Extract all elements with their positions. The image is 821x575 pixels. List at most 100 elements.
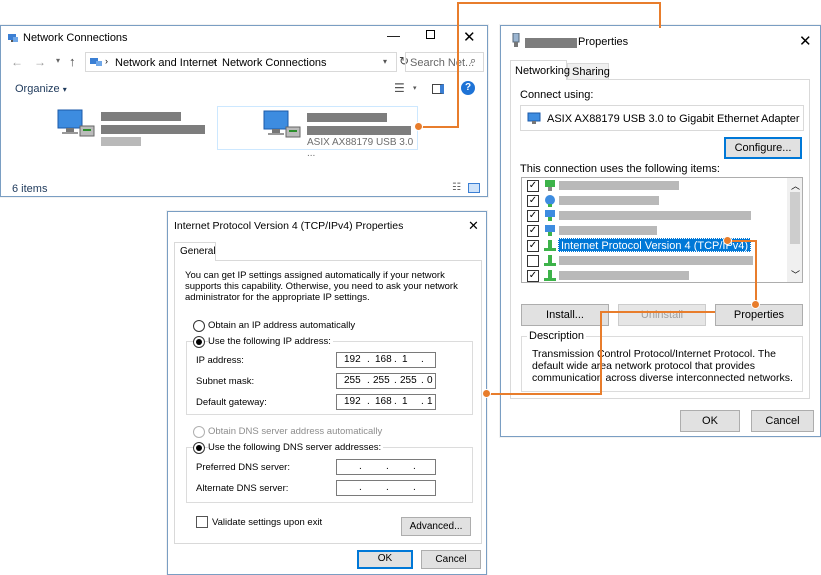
checkbox[interactable]: ✓ (527, 240, 539, 252)
tab-panel: Connect using: ASIX AX88179 USB 3.0 to G… (510, 79, 810, 399)
use-following-dns-label[interactable]: Use the following DNS server addresses: (208, 442, 384, 453)
scrollbar[interactable]: ︿ ﹀ (787, 178, 802, 282)
cancel-button[interactable]: Cancel (421, 550, 481, 569)
connect-using-label: Connect using: (520, 89, 594, 101)
view-options-icon[interactable]: ☰ (394, 81, 405, 95)
callout-line (457, 2, 459, 128)
back-arrow-icon[interactable]: ← (11, 55, 23, 69)
default-gateway-field[interactable]: 192 . 168 . 1 . 1 (336, 394, 436, 410)
network-client-icon (545, 180, 555, 191)
ip-address-field[interactable]: 192 . 168 . 1 . (336, 352, 436, 368)
tab-general[interactable]: General (174, 242, 216, 261)
breadcrumb[interactable]: › Network and Internet › Network Connect… (85, 52, 397, 72)
intro-text: You can get IP settings assigned automat… (185, 270, 458, 303)
window-title: Internet Protocol Version 4 (TCP/IPv4) P… (174, 220, 404, 232)
network-folder-icon (8, 34, 18, 42)
breadcrumb-item[interactable]: Network Connections (222, 57, 327, 69)
list-item[interactable]: ✓ (522, 223, 788, 238)
list-item[interactable]: ✓ (522, 178, 788, 193)
callout-line (457, 2, 661, 4)
obtain-ip-radio[interactable] (193, 320, 205, 332)
minimize-button[interactable]: — (387, 28, 400, 43)
callout-line (487, 393, 602, 395)
chevron-down-icon[interactable]: ▾ (413, 84, 417, 92)
install-button[interactable]: Install... (521, 304, 609, 326)
address-bar-row: ← → ▾ ↑ › Network and Internet › Network… (1, 52, 487, 74)
maximize-button[interactable] (426, 30, 435, 39)
use-following-dns-radio[interactable] (193, 442, 205, 454)
adapter-item[interactable] (56, 106, 216, 146)
adapter-name: ASIX AX88179 USB 3.0 to Gigabit Ethernet… (547, 113, 800, 125)
octet: 0 (427, 375, 433, 386)
octet: 255 (373, 375, 390, 386)
callout-line (419, 126, 459, 128)
details-view-icon[interactable]: ☷ (452, 182, 461, 193)
large-icons-view-icon[interactable] (468, 183, 480, 193)
validate-checkbox[interactable] (196, 516, 208, 528)
network-adapter-icon (527, 112, 541, 124)
octet: 1 (402, 396, 408, 407)
checkbox[interactable]: ✓ (527, 270, 539, 282)
ok-button[interactable]: OK (357, 550, 413, 569)
items-label: This connection uses the following items… (520, 163, 720, 175)
checkbox[interactable]: ✓ (527, 180, 539, 192)
octet: 255 (400, 375, 417, 386)
list-item[interactable] (522, 253, 788, 268)
chevron-down-icon[interactable]: ﹀ (791, 268, 800, 281)
advanced-button[interactable]: Advanced... (401, 517, 471, 536)
use-following-ip-radio[interactable] (193, 336, 205, 348)
items-list[interactable]: ✓ ✓ ✓ ✓ ✓ Internet Protocol Version 4 (T… (521, 177, 803, 283)
breadcrumb-item[interactable]: Network and Internet (115, 57, 217, 69)
alternate-dns-field[interactable]: ... (336, 480, 436, 496)
organize-menu[interactable]: Organize ▾ (15, 83, 67, 95)
default-gateway-label: Default gateway: (196, 397, 267, 408)
octet: 168 (375, 396, 392, 407)
obtain-dns-label: Obtain DNS server address automatically (208, 426, 383, 437)
close-button[interactable]: ✕ (799, 34, 812, 49)
tab-networking[interactable]: Networking (510, 60, 570, 80)
preview-pane-icon[interactable] (432, 84, 444, 94)
validate-label[interactable]: Validate settings upon exit (212, 517, 322, 528)
network-folder-icon (90, 58, 102, 66)
callout-line (659, 2, 661, 28)
chevron-right-icon: › (105, 56, 108, 66)
obtain-ip-label[interactable]: Obtain an IP address automatically (208, 320, 355, 331)
search-input[interactable]: Search Net... ⌕ (405, 52, 484, 72)
scrollbar-thumb[interactable] (790, 192, 800, 244)
tab-sharing[interactable]: Sharing (567, 63, 610, 80)
window-title: Network Connections (23, 32, 128, 44)
close-button[interactable]: ✕ (463, 30, 476, 45)
network-connections-window: Network Connections — ✕ ← → ▾ ↑ › Networ… (0, 25, 488, 197)
callout-line (755, 240, 757, 305)
adapter-list: ASIX AX88179 USB 3.0 ... (1, 102, 487, 178)
callout-dot (414, 122, 423, 131)
cancel-button[interactable]: Cancel (751, 410, 814, 432)
toolbar: Organize ▾ ☰ ▾ ? (1, 78, 487, 100)
recent-chevron-icon[interactable]: ▾ (56, 56, 60, 65)
network-adapter-icon (263, 110, 301, 138)
checkbox[interactable]: ✓ (527, 195, 539, 207)
adapter-name-box: ASIX AX88179 USB 3.0 to Gigabit Ethernet… (520, 105, 804, 131)
help-icon[interactable]: ? (461, 81, 475, 95)
use-following-ip-label[interactable]: Use the following IP address: (208, 336, 333, 347)
ok-button[interactable]: OK (680, 410, 740, 432)
checkbox[interactable] (527, 255, 539, 267)
up-arrow-icon[interactable]: ↑ (69, 54, 76, 69)
chevron-up-icon[interactable]: ︿ (791, 179, 800, 192)
network-service-icon (545, 225, 555, 236)
list-item[interactable]: ✓ (522, 193, 788, 208)
checkbox[interactable]: ✓ (527, 225, 539, 237)
octet: 255 (344, 375, 361, 386)
preferred-dns-field[interactable]: ... (336, 459, 436, 475)
subnet-mask-field[interactable]: 255 . 255 . 255 . 0 (336, 373, 436, 389)
forward-arrow-icon[interactable]: → (34, 55, 46, 69)
list-item[interactable]: ✓ (522, 208, 788, 223)
close-button[interactable]: ✕ (468, 218, 479, 233)
configure-button[interactable]: Configure... (724, 137, 802, 159)
adapter-item-selected[interactable]: ASIX AX88179 USB 3.0 ... (217, 106, 418, 159)
chevron-down-icon[interactable]: ▾ (383, 57, 387, 66)
octet: 192 (344, 354, 361, 365)
chevron-right-icon: › (213, 56, 216, 66)
list-item[interactable]: ✓ (522, 268, 788, 282)
checkbox[interactable]: ✓ (527, 210, 539, 222)
